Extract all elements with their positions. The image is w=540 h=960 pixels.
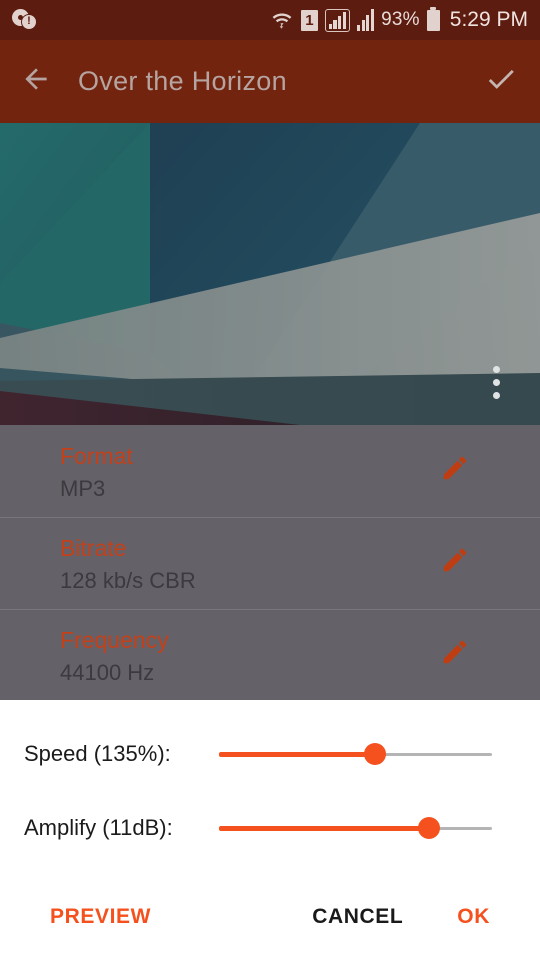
- amplify-slider[interactable]: [219, 813, 492, 843]
- check-icon: [484, 62, 518, 101]
- disc-warning-icon: [12, 9, 38, 31]
- pencil-icon[interactable]: [440, 453, 470, 483]
- detail-row-frequency[interactable]: Frequency 44100 Hz: [0, 609, 540, 700]
- detail-value: MP3: [60, 476, 106, 501]
- page-title: Over the Horizon: [78, 66, 287, 96]
- slider-fill: [219, 751, 375, 757]
- slider-fill: [219, 825, 430, 831]
- status-bar-notifications: [12, 9, 38, 31]
- amplify-slider-label: Amplify (11dB):: [24, 815, 173, 840]
- arrow-left-icon: [20, 63, 52, 100]
- battery-percent-label: 93%: [381, 9, 420, 30]
- phone-screen: 1 93% 5:29 PM Over the Horizon: [0, 0, 540, 960]
- clock-label: 5:29 PM: [449, 8, 528, 31]
- ok-button[interactable]: OK: [449, 895, 498, 939]
- signal-boxed-icon: [324, 8, 350, 32]
- speed-slider-label: Speed (135%):: [24, 741, 171, 766]
- preview-button[interactable]: PREVIEW: [42, 895, 159, 939]
- detail-value: 128 kb/s CBR: [60, 568, 196, 593]
- detail-row-format[interactable]: Format MP3: [0, 425, 540, 517]
- battery-icon: [426, 6, 440, 31]
- slider-thumb[interactable]: [363, 743, 386, 765]
- dialog-action-bar: PREVIEW CANCEL OK: [0, 874, 540, 960]
- detail-label: Frequency: [60, 627, 169, 653]
- pencil-icon[interactable]: [440, 637, 470, 667]
- slider-thumb[interactable]: [418, 817, 441, 839]
- app-bar: Over the Horizon: [0, 40, 540, 123]
- speed-slider-row: Speed (135%):: [0, 718, 540, 790]
- pencil-icon[interactable]: [440, 545, 470, 575]
- speed-amplify-dialog: Speed (135%): Amplify (11dB): PREVIEW CA…: [0, 700, 540, 960]
- album-artwork[interactable]: [0, 123, 540, 425]
- album-art-graphic: [0, 123, 540, 425]
- detail-label: Bitrate: [60, 535, 127, 561]
- detail-value: 44100 Hz: [60, 660, 155, 685]
- confirm-button[interactable]: [462, 40, 540, 123]
- detail-label: Format: [60, 443, 133, 469]
- wifi-icon: [270, 8, 294, 32]
- more-vertical-icon[interactable]: [476, 358, 516, 406]
- amplify-slider-row: Amplify (11dB):: [0, 792, 540, 864]
- status-bar-system-icons: 1 93% 5:29 PM: [270, 6, 528, 32]
- back-button[interactable]: [0, 40, 72, 123]
- status-bar: 1 93% 5:29 PM: [0, 0, 540, 40]
- audio-details-list: Format MP3 Bitrate 128 kb/s CBR Frequenc…: [0, 425, 540, 700]
- cancel-button[interactable]: CANCEL: [304, 895, 411, 939]
- signal-icon: [356, 9, 375, 31]
- sim-1-icon: 1: [300, 9, 318, 31]
- detail-row-bitrate[interactable]: Bitrate 128 kb/s CBR: [0, 517, 540, 609]
- speed-slider[interactable]: [219, 739, 492, 769]
